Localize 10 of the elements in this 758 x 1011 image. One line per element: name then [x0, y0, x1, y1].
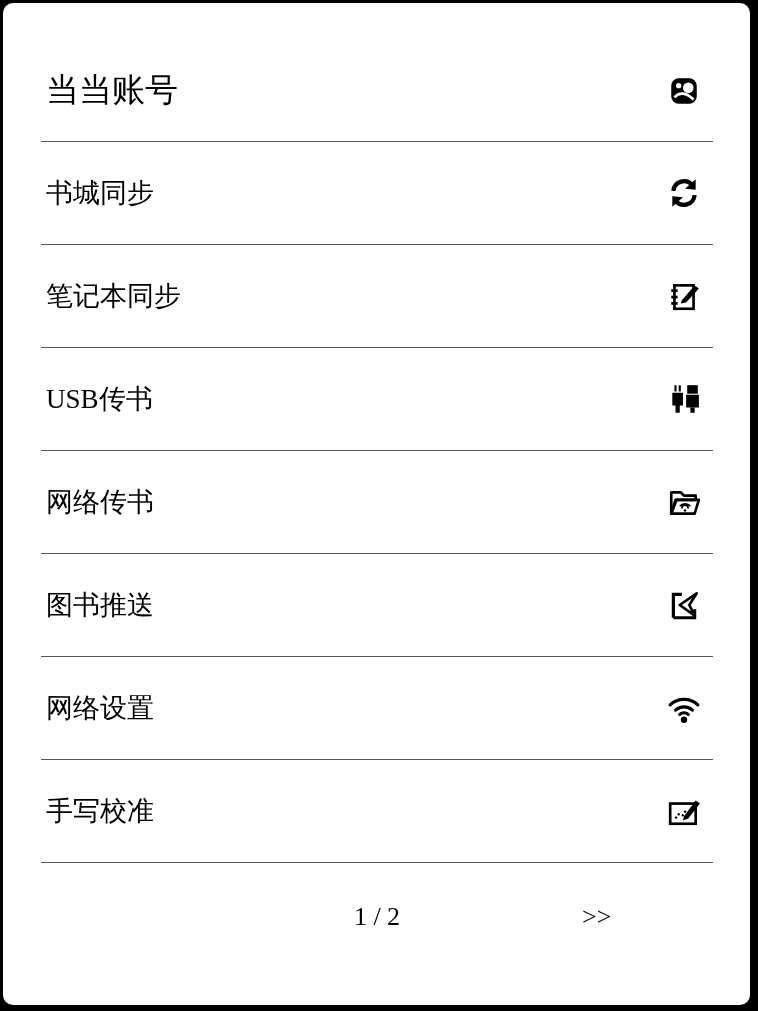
page-indicator: 1 / 2	[353, 902, 401, 932]
menu-item[interactable]: 网络设置	[41, 657, 713, 760]
menu-item[interactable]: 笔记本同步	[41, 245, 713, 348]
menu-item[interactable]: 网络传书	[41, 451, 713, 554]
account-row[interactable]: 当当账号	[41, 40, 713, 142]
menu-item[interactable]: USB传书	[41, 348, 713, 451]
menu-item[interactable]: 图书推送	[41, 554, 713, 657]
menu-item[interactable]: 书城同步	[41, 142, 713, 245]
menu-item[interactable]: 手写校准	[41, 760, 713, 863]
next-page-button[interactable]: >>	[582, 902, 612, 931]
